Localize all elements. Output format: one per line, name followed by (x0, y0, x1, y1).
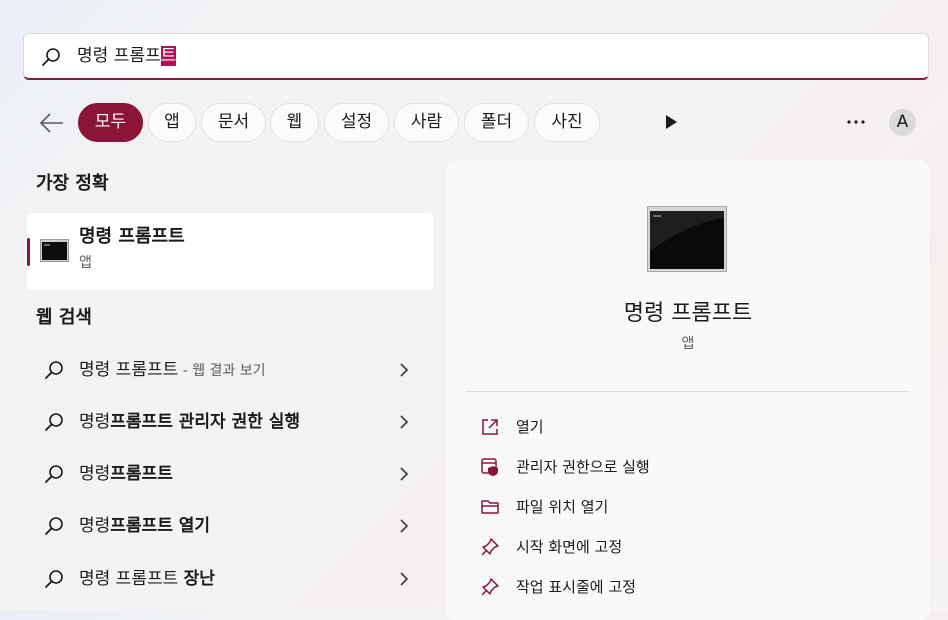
cmd-app-icon (647, 206, 727, 272)
search-icon (45, 413, 63, 431)
action-pin-to-taskbar[interactable]: 작업 표시줄에 고정 (470, 570, 910, 604)
detail-title: 명령 프롬프트 (623, 301, 753, 326)
web-search-item[interactable]: 명령프롬프트 (27, 451, 433, 497)
search-input[interactable]: 명령 프롬프트 (77, 45, 177, 67)
chevron-right-icon (400, 519, 409, 533)
action-label: 시작 화면에 고정 (516, 538, 623, 556)
folder-icon (481, 500, 499, 514)
action-label: 열기 (516, 418, 544, 436)
web-search-label: 명령 프롬프트 장난 (79, 569, 215, 589)
search-icon (45, 570, 63, 588)
tab-photos[interactable]: 사진 (534, 103, 600, 142)
web-search-item[interactable]: 명령 프롬프트 장난 (27, 556, 433, 602)
action-open-file-location[interactable]: 파일 위치 열기 (470, 490, 910, 524)
web-search-label: 명령 프롬프트 - 웹 결과 보기 (79, 360, 266, 380)
action-label: 파일 위치 열기 (516, 498, 609, 516)
tab-documents[interactable]: 문서 (201, 103, 266, 142)
tab-all[interactable]: 모두 (78, 103, 143, 142)
web-search-label: 명령프롬프트 열기 (79, 516, 211, 536)
tab-folders[interactable]: 폴더 (464, 103, 529, 142)
action-pin-to-start[interactable]: 시작 화면에 고정 (470, 530, 910, 564)
web-search-item[interactable]: 명령프롬프트 열기 (27, 503, 433, 549)
tab-web[interactable]: 웹 (270, 103, 319, 142)
divider (466, 391, 909, 392)
web-search-heading: 웹 검색 (36, 307, 92, 328)
tab-apps[interactable]: 앱 (148, 103, 196, 142)
detail-panel: 명령 프롬프트 앱 열기 관리자 권한으로 실행 파일 위치 열기 시작 화면에… (447, 160, 929, 620)
web-search-label: 명령프롬프트 (79, 464, 173, 484)
action-label: 작업 표시줄에 고정 (516, 578, 636, 596)
play-icon[interactable] (664, 114, 678, 130)
shield-admin-icon (481, 458, 498, 476)
open-external-icon (482, 419, 498, 435)
back-arrow-icon[interactable] (38, 110, 66, 136)
search-box[interactable]: 명령 프롬프트 (23, 33, 929, 80)
avatar[interactable]: A (889, 109, 916, 136)
chevron-right-icon (400, 572, 409, 586)
tab-settings[interactable]: 설정 (324, 103, 389, 142)
detail-subtitle: 앱 (681, 336, 695, 352)
search-icon (45, 465, 63, 483)
best-match-type: 앱 (79, 255, 92, 271)
best-match-item[interactable]: 명령 프롬프트 앱 (27, 213, 433, 290)
chevron-right-icon (400, 467, 409, 481)
best-match-heading: 가장 정확 (36, 173, 109, 194)
chevron-right-icon (400, 363, 409, 377)
action-open[interactable]: 열기 (470, 410, 910, 444)
search-icon (42, 48, 60, 66)
web-search-item[interactable]: 명령프롬프트 관리자 권한 실행 (27, 399, 433, 445)
best-match-name: 명령 프롬프트 (79, 226, 185, 247)
chevron-right-icon (400, 415, 409, 429)
search-icon (45, 517, 63, 535)
pin-icon (481, 578, 499, 596)
web-search-item[interactable]: 명령 프롬프트 - 웹 결과 보기 (27, 347, 433, 393)
pin-icon (481, 538, 499, 556)
selection-indicator (27, 238, 30, 266)
search-query: 명령 프롬프 (77, 46, 161, 66)
search-query-selection: 트 (160, 46, 177, 66)
more-options-icon[interactable] (846, 114, 866, 130)
action-label: 관리자 권한으로 실행 (516, 458, 650, 476)
tab-people[interactable]: 사람 (394, 103, 459, 142)
cmd-app-icon (40, 239, 69, 262)
action-run-as-admin[interactable]: 관리자 권한으로 실행 (470, 450, 910, 484)
search-icon (45, 361, 63, 379)
web-search-label: 명령프롬프트 관리자 권한 실행 (79, 412, 301, 432)
